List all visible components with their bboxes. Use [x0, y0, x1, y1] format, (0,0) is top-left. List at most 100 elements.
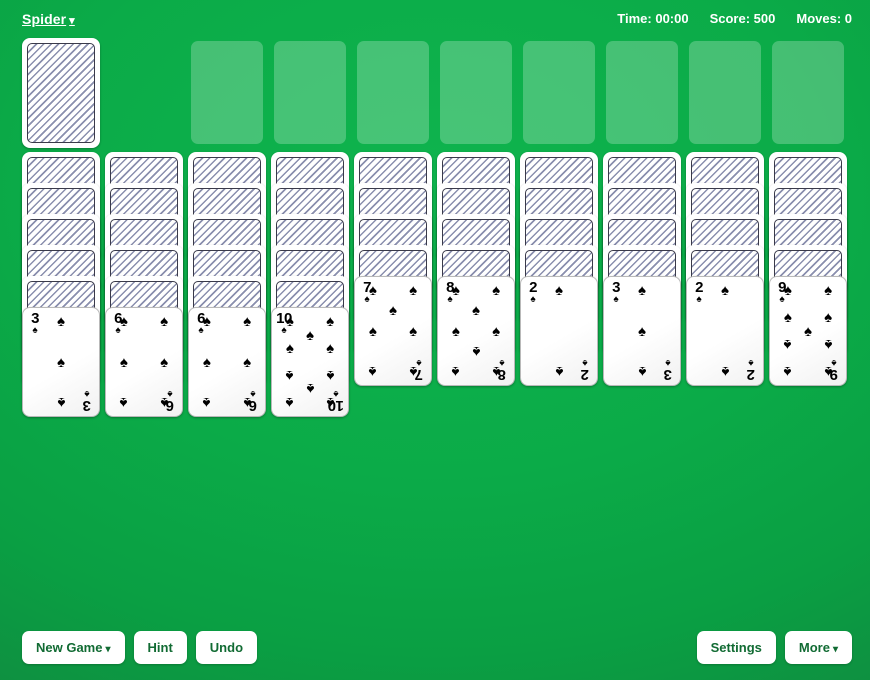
spade-icon: ♠ — [285, 366, 294, 384]
spade-icon: ♠ — [202, 353, 211, 371]
hint-button[interactable]: Hint — [133, 631, 187, 664]
spade-icon: ♠ — [119, 313, 128, 331]
game-board: 3 ♠ 3 ♠ ♠ ♠ ♠ 6 ♠ 6 ♠ ♠ ♠ ♠ ♠ ♠ ♠ 6 ♠ 6 ♠ ♠ ♠ ♠ ♠ ♠ ♠ 10 ♠ 10 ♠ ♠ ♠ ♠ ♠ ♠ ♠ ♠… — [0, 0, 870, 680]
spade-icon: ♠ — [783, 362, 792, 380]
spade-icon: ♠ — [306, 380, 314, 398]
solitaire-app: Spider ▾ Time: 00:00 Score: 500 Moves: 0 … — [0, 0, 870, 680]
spade-icon: ♠ — [57, 353, 65, 371]
spade-icon: ♠ — [326, 313, 335, 331]
foundation-slot-7[interactable] — [689, 41, 761, 144]
card-pip-layout: ♠ ♠ — [535, 282, 583, 380]
spade-icon: ♠ — [368, 362, 377, 380]
tableau-faceup-c10-1[interactable]: 9 ♠ 9 ♠ ♠ ♠ ♠ ♠ ♠ ♠ ♠ ♠ ♠ — [769, 276, 847, 386]
foundation-slot-1[interactable] — [191, 41, 263, 144]
spade-icon: ♠ — [119, 353, 128, 371]
tableau-faceup-c5-1[interactable]: 7 ♠ 7 ♠ ♠ ♠ ♠ ♠ ♠ ♠ ♠ — [354, 276, 432, 386]
spade-icon: ♠ — [638, 282, 646, 300]
spade-icon: ♠ — [824, 309, 833, 327]
spade-icon: ♠ — [285, 313, 294, 331]
card-back-pattern — [27, 43, 95, 143]
card-pip-layout: ♠ ♠ — [701, 282, 749, 380]
spade-icon: ♠ — [326, 393, 335, 411]
card-pip-layout: ♠ ♠ ♠ ♠ ♠ ♠ ♠ ♠ ♠ — [783, 282, 833, 380]
card-pip-layout: ♠ ♠ ♠ ♠ ♠ ♠ — [119, 313, 169, 411]
spade-icon: ♠ — [202, 313, 211, 331]
spade-icon: ♠ — [409, 282, 418, 300]
foundation-slot-5[interactable] — [523, 41, 595, 144]
card-pip-layout: ♠ ♠ ♠ ♠ ♠ ♠ ♠ ♠ ♠ ♠ — [285, 313, 335, 411]
spade-icon: ♠ — [326, 366, 335, 384]
spade-icon: ♠ — [389, 302, 397, 320]
tableau-faceup-c7-1[interactable]: 2 ♠ 2 ♠ ♠ ♠ — [520, 276, 598, 386]
tableau-faceup-c2-1[interactable]: 6 ♠ 6 ♠ ♠ ♠ ♠ ♠ ♠ ♠ — [105, 307, 183, 417]
stock-pile[interactable] — [22, 38, 100, 148]
settings-button[interactable]: Settings — [696, 631, 776, 664]
foundation-slot-8[interactable] — [772, 41, 844, 144]
spade-icon: ♠ — [160, 353, 169, 371]
button-label: Hint — [147, 640, 173, 655]
spade-icon: ♠ — [824, 335, 833, 353]
button-label: New Game — [36, 640, 103, 655]
spade-icon: ♠ — [721, 282, 729, 300]
toolbar-right: Settings More ▾ — [696, 631, 852, 664]
spade-icon: ♠ — [285, 393, 294, 411]
spade-icon: ♠ — [160, 313, 169, 331]
card-pip-layout: ♠ ♠ ♠ ♠ ♠ ♠ ♠ — [368, 282, 418, 380]
foundation-slot-4[interactable] — [440, 41, 512, 144]
card-pip-layout: ♠ ♠ ♠ — [37, 313, 85, 411]
card-pip-layout: ♠ ♠ ♠ ♠ ♠ ♠ — [202, 313, 252, 411]
more-button[interactable]: More ▾ — [784, 631, 852, 664]
spade-icon: ♠ — [472, 342, 480, 360]
spade-icon: ♠ — [119, 393, 128, 411]
spade-icon: ♠ — [492, 362, 501, 380]
spade-icon: ♠ — [57, 393, 65, 411]
spade-icon: ♠ — [326, 340, 335, 358]
foundation-slot-6[interactable] — [606, 41, 678, 144]
spade-icon: ♠ — [824, 282, 833, 300]
tableau-faceup-c3-1[interactable]: 6 ♠ 6 ♠ ♠ ♠ ♠ ♠ ♠ ♠ — [188, 307, 266, 417]
spade-icon: ♠ — [555, 362, 563, 380]
spade-icon: ♠ — [57, 313, 65, 331]
spade-icon: ♠ — [783, 282, 792, 300]
foundation-slot-2[interactable] — [274, 41, 346, 144]
tableau-faceup-c1-1[interactable]: 3 ♠ 3 ♠ ♠ ♠ ♠ — [22, 307, 100, 417]
spade-icon: ♠ — [451, 282, 460, 300]
spade-icon: ♠ — [160, 393, 169, 411]
spade-icon: ♠ — [451, 362, 460, 380]
button-label: Undo — [209, 640, 244, 655]
chevron-down-icon: ▾ — [105, 644, 111, 655]
button-label: More — [798, 640, 830, 655]
spade-icon: ♠ — [492, 282, 501, 300]
spade-icon: ♠ — [472, 302, 480, 320]
spade-icon: ♠ — [306, 326, 314, 344]
undo-button[interactable]: Undo — [195, 631, 258, 664]
spade-icon: ♠ — [638, 322, 646, 340]
spade-icon: ♠ — [368, 322, 377, 340]
spade-icon: ♠ — [243, 393, 252, 411]
spade-icon: ♠ — [202, 393, 211, 411]
tableau-faceup-c8-1[interactable]: 3 ♠ 3 ♠ ♠ ♠ ♠ — [603, 276, 681, 386]
spade-icon: ♠ — [804, 322, 812, 340]
new-game-button[interactable]: New Game ▾ — [22, 631, 125, 664]
spade-icon: ♠ — [409, 322, 418, 340]
toolbar-left: New Game ▾ Hint Undo — [22, 631, 258, 664]
spade-icon: ♠ — [451, 322, 460, 340]
tableau-faceup-c6-1[interactable]: 8 ♠ 8 ♠ ♠ ♠ ♠ ♠ ♠ ♠ ♠ ♠ — [437, 276, 515, 386]
spade-icon: ♠ — [243, 353, 252, 371]
spade-icon: ♠ — [721, 362, 729, 380]
foundation-slot-3[interactable] — [357, 41, 429, 144]
card-pip-layout: ♠ ♠ ♠ — [618, 282, 666, 380]
spade-icon: ♠ — [368, 282, 377, 300]
spade-icon: ♠ — [492, 322, 501, 340]
spade-icon: ♠ — [285, 340, 294, 358]
card-pip-layout: ♠ ♠ ♠ ♠ ♠ ♠ ♠ ♠ — [451, 282, 501, 380]
chevron-down-icon: ▾ — [832, 644, 838, 655]
spade-icon: ♠ — [783, 335, 792, 353]
button-label: Settings — [710, 640, 762, 655]
spade-icon: ♠ — [243, 313, 252, 331]
tableau-faceup-c4-1[interactable]: 10 ♠ 10 ♠ ♠ ♠ ♠ ♠ ♠ ♠ ♠ ♠ ♠ ♠ — [271, 307, 349, 417]
spade-icon: ♠ — [555, 282, 563, 300]
spade-icon: ♠ — [783, 309, 792, 327]
spade-icon: ♠ — [638, 362, 646, 380]
tableau-faceup-c9-1[interactable]: 2 ♠ 2 ♠ ♠ ♠ — [686, 276, 764, 386]
